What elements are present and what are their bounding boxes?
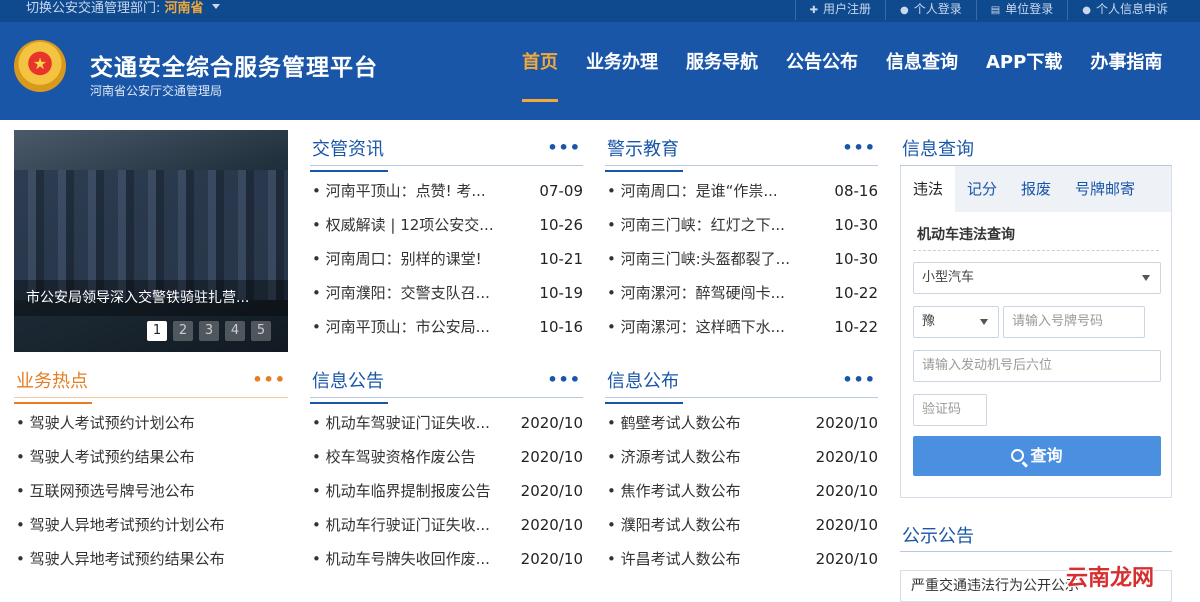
list-item[interactable]: • 鹤壁考试人数公布 2020/10 (605, 406, 878, 440)
query-box: 违法 记分 报废 号牌邮寄 机动车违法查询 小型汽车 豫 请输入号牌号码 请输入… (900, 166, 1172, 498)
document-icon: ▤ (990, 5, 1001, 16)
carousel-dot[interactable]: 5 (251, 321, 271, 341)
news-carousel[interactable]: 市公安局领导深入交警铁骑驻扎营... 1 2 3 4 5 (14, 130, 288, 352)
hot-business-panel: 业务热点 ••• • 驾驶人考试预约计划公布 • 驾驶人考试预约结果公布 • 互… (14, 362, 288, 576)
panel-title: 公示公告 (902, 526, 974, 547)
personal-login-link[interactable]: ● 个人登录 (885, 0, 976, 20)
tab-scrap[interactable]: 报废 (1009, 166, 1063, 212)
list-item[interactable]: • 驾驶人异地考试预约计划公布 (14, 508, 288, 542)
site-subtitle: 河南省公安厅交通管理局 (90, 84, 223, 98)
carousel-dot[interactable]: 1 (147, 321, 167, 341)
panel-title[interactable]: 警示教育 (605, 135, 683, 172)
tab-points[interactable]: 记分 (955, 166, 1009, 212)
list-item[interactable]: • 驾驶人考试预约结果公布 (14, 440, 288, 474)
list-item[interactable]: • 河南三门峡:头盔都裂了... 10-30 (605, 242, 878, 276)
info-publish-list: • 鹤壁考试人数公布 2020/10 • 济源考试人数公布 2020/10 • 焦作… (605, 398, 878, 576)
engine-number-input[interactable]: 请输入发动机号后六位 (913, 350, 1161, 382)
list-item[interactable]: • 驾驶人考试预约计划公布 (14, 406, 288, 440)
list-item[interactable]: • 权威解读 | 12项公安交... 10-26 (310, 208, 583, 242)
appeal-link[interactable]: ● 个人信息申诉 (1067, 0, 1182, 20)
query-tabs: 违法 记分 报废 号牌邮寄 (901, 166, 1171, 212)
list-item[interactable]: • 河南周口：是谁“作祟... 08-16 (605, 174, 878, 208)
news-panel: 交管资讯 ••• • 河南平顶山：点赞! 考... 07-09 • 权威解读 | … (310, 130, 583, 344)
caret-down-icon (980, 319, 988, 325)
top-bar: 切换公安交通管理部门: 河南省 ✚ 用户注册 ● 个人登录 ▤ 单位登录 ● 个人信息申… (0, 0, 1200, 22)
more-icon[interactable]: ••• (547, 138, 581, 157)
nav-service[interactable]: 服务导航 (672, 22, 772, 120)
warning-list: • 河南周口：是谁“作祟... 08-16 • 河南三门峡：红灯之下... 10-3… (605, 166, 878, 344)
list-item[interactable]: • 互联网预选号牌号池公布 (14, 474, 288, 508)
more-icon[interactable]: ••• (842, 138, 876, 157)
province-code-select[interactable]: 豫 (913, 306, 999, 338)
list-item[interactable]: • 河南平顶山：市公安局... 10-16 (310, 310, 583, 344)
register-link[interactable]: ✚ 用户注册 (794, 0, 885, 20)
list-item[interactable]: • 河南周口：别样的课堂! 10-21 (310, 242, 583, 276)
list-item[interactable]: • 机动车驾驶证门证失收... 2020/10 (310, 406, 583, 440)
list-item[interactable]: • 河南漯河：这样晒下水... 10-22 (605, 310, 878, 344)
info-publish-panel: 信息公布 ••• • 鹤壁考试人数公布 2020/10 • 济源考试人数公布 202… (605, 362, 878, 576)
site-title: 交通安全综合服务管理平台 (90, 55, 378, 81)
site-header: ★ 交通安全综合服务管理平台 河南省公安厅交通管理局 首页 业务办理 服务导航 … (0, 22, 1200, 120)
chevron-down-icon (211, 4, 220, 9)
carousel-caption[interactable]: 市公安局领导深入交警铁骑驻扎营... (14, 280, 288, 316)
account-links: ✚ 用户注册 ● 个人登录 ▤ 单位登录 ● 个人信息申诉 (794, 0, 1182, 20)
info-notice-list: • 机动车驾驶证门证失收... 2020/10 • 校车驾驶资格作废公告 2020/… (310, 398, 583, 576)
user-icon: ● (1082, 5, 1091, 16)
main-nav: 首页 业务办理 服务导航 公告公布 信息查询 APP下载 办事指南 (508, 22, 1176, 120)
carousel-dot[interactable]: 4 (225, 321, 245, 341)
nav-home[interactable]: 首页 (508, 22, 572, 120)
caret-down-icon (1142, 275, 1150, 281)
panel-title[interactable]: 交管资讯 (310, 135, 388, 172)
panel-title: 信息查询 (902, 139, 974, 160)
list-item[interactable]: • 河南漯河：醉驾硬闯卡... 10-22 (605, 276, 878, 310)
list-item[interactable]: • 机动车号牌失收回作废... 2020/10 (310, 542, 583, 576)
nav-app-download[interactable]: APP下载 (972, 22, 1076, 120)
list-item[interactable]: • 河南平顶山：点赞! 考... 07-09 (310, 174, 583, 208)
province-name: 河南省 (164, 1, 204, 16)
search-icon (1011, 449, 1025, 462)
nav-business[interactable]: 业务办理 (572, 22, 672, 120)
list-item[interactable]: • 许昌考试人数公布 2020/10 (605, 542, 878, 576)
more-icon[interactable]: ••• (547, 370, 581, 389)
carousel-dot[interactable]: 2 (173, 321, 193, 341)
vehicle-type-select[interactable]: 小型汽车 (913, 262, 1161, 294)
more-icon[interactable]: ••• (842, 370, 876, 389)
list-item[interactable]: • 焦作考试人数公布 2020/10 (605, 474, 878, 508)
police-emblem-icon: ★ (14, 40, 66, 92)
company-login-link[interactable]: ▤ 单位登录 (975, 0, 1067, 20)
list-item[interactable]: • 驾驶人异地考试预约结果公布 (14, 542, 288, 576)
warning-panel: 警示教育 ••• • 河南周口：是谁“作祟... 08-16 • 河南三门峡：红灯… (605, 130, 878, 344)
watermark: 云南龙网 (1066, 566, 1155, 591)
news-list: • 河南平顶山：点赞! 考... 07-09 • 权威解读 | 12项公安交...… (310, 166, 583, 344)
more-icon[interactable]: ••• (252, 370, 286, 389)
carousel-dot[interactable]: 3 (199, 321, 219, 341)
captcha-input[interactable]: 验证码 (913, 394, 987, 426)
list-item[interactable]: • 校车驾驶资格作废公告 2020/10 (310, 440, 583, 474)
query-section-title: 机动车违法查询 (917, 227, 1015, 243)
info-notice-panel: 信息公告 ••• • 机动车驾驶证门证失收... 2020/10 • 校车驾驶资格… (310, 362, 583, 576)
query-button[interactable]: 查询 (913, 436, 1161, 476)
panel-title[interactable]: 信息公告 (310, 367, 388, 404)
nav-guide[interactable]: 办事指南 (1076, 22, 1176, 120)
nav-query[interactable]: 信息查询 (872, 22, 972, 120)
panel-title[interactable]: 业务热点 (14, 367, 92, 404)
hot-business-list: • 驾驶人考试预约计划公布 • 驾驶人考试预约结果公布 • 互联网预选号牌号池公… (14, 398, 288, 576)
plate-number-input[interactable]: 请输入号牌号码 (1003, 306, 1145, 338)
plus-icon: ✚ (809, 5, 819, 16)
info-query-panel: 信息查询 违法 记分 报废 号牌邮寄 机动车违法查询 小型汽车 豫 请输入号牌号… (900, 130, 1172, 498)
tab-plate-mail[interactable]: 号牌邮寄 (1063, 166, 1147, 212)
panel-title[interactable]: 信息公布 (605, 367, 683, 404)
list-item[interactable]: • 济源考试人数公布 2020/10 (605, 440, 878, 474)
list-item[interactable]: • 河南三门峡：红灯之下... 10-30 (605, 208, 878, 242)
list-item[interactable]: • 河南濮阳：交警支队召... 10-19 (310, 276, 583, 310)
carousel-pagination: 1 2 3 4 5 (147, 321, 277, 341)
department-switcher[interactable]: 切换公安交通管理部门: 河南省 (26, 0, 220, 18)
list-item[interactable]: • 机动车临界提制报废公告 2020/10 (310, 474, 583, 508)
divider (913, 250, 1159, 251)
list-item[interactable]: • 濮阳考试人数公布 2020/10 (605, 508, 878, 542)
user-icon: ● (900, 5, 909, 16)
tab-violation[interactable]: 违法 (901, 166, 956, 212)
list-item[interactable]: • 机动车行驶证门证失收... 2020/10 (310, 508, 583, 542)
nav-announcement[interactable]: 公告公布 (772, 22, 872, 120)
